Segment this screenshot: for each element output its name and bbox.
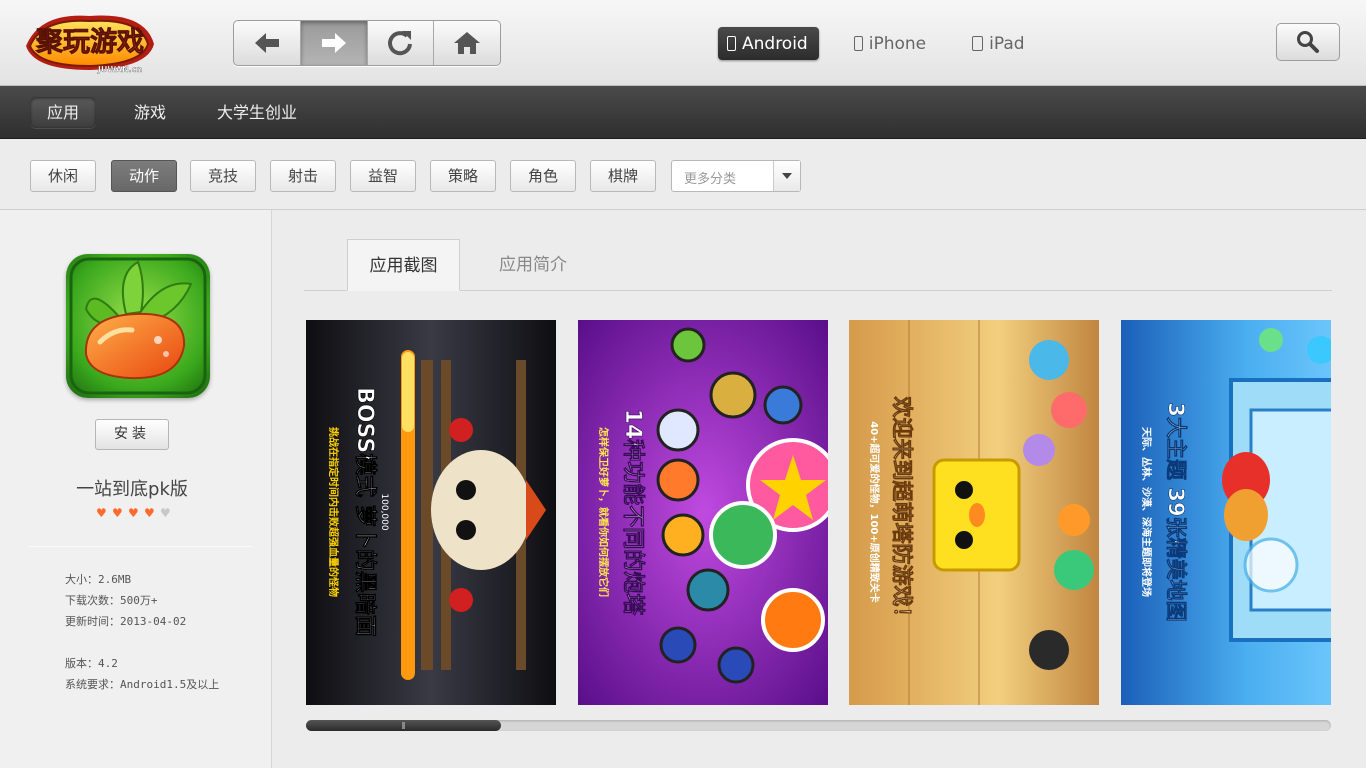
category-games[interactable]: 游戏 — [134, 97, 166, 128]
subcategory-competitive[interactable]: 竞技 — [190, 160, 256, 192]
logo-text: 聚玩游戏 — [35, 27, 144, 58]
screenshot-1[interactable]: BOSS模式 萝卜的黑暗面 挑战在指定时间内击败超强血量的怪物 100,000 — [306, 320, 556, 705]
search-button[interactable] — [1276, 23, 1340, 61]
screenshot-4-subtitle: 天际、丛林、沙漠、深海主题即将登场 — [1140, 427, 1153, 597]
screenshot-2-subtitle: 怎样保卫好萝卜，就看你如何摆放它们 — [597, 427, 610, 597]
subcategory-puzzle[interactable]: 益智 — [350, 160, 416, 192]
app-requirement: 系统要求：Android1.5及以上 — [65, 678, 220, 691]
refresh-button[interactable] — [368, 21, 435, 65]
search-icon — [1297, 31, 1319, 53]
phone-icon — [853, 36, 863, 51]
juwan-logo[interactable]: 聚玩游戏 JUWAN.cn — [20, 6, 160, 78]
heart-rating-icon: ♥ — [128, 506, 139, 520]
heart-rating-icon: ♥ — [160, 506, 171, 520]
back-button[interactable] — [234, 21, 301, 65]
app-version: 版本：4.2 — [65, 657, 118, 670]
platform-switcher: Android iPhone iPad — [718, 27, 1062, 60]
screenshot-scrollbar[interactable] — [306, 720, 1331, 731]
platform-ipad[interactable]: iPad — [963, 27, 1035, 60]
screenshot-2-title: 14种功能不同的炮塔 — [620, 409, 646, 617]
platform-android[interactable]: Android — [718, 27, 819, 60]
arrow-left-icon — [254, 33, 279, 53]
app-size: 大小：2.6MB — [65, 573, 132, 586]
heart-rating-icon: ♥ — [144, 506, 155, 520]
subcategory-casual[interactable]: 休闲 — [30, 160, 96, 192]
home-icon — [454, 32, 481, 54]
platform-label: Android — [742, 33, 808, 54]
screenshot-1-counter: 100,000 — [379, 493, 389, 530]
top-bar: 聚玩游戏 JUWAN.cn Android iPhone iPad — [0, 0, 1366, 86]
category-startup[interactable]: 大学生创业 — [217, 97, 297, 128]
subcategory-strategy[interactable]: 策略 — [430, 160, 496, 192]
subcategory-board[interactable]: 棋牌 — [590, 160, 656, 192]
screenshot-3-subtitle: 40+超可爱的怪物，100+原创精致关卡 — [868, 421, 881, 603]
scrollbar-grip — [402, 722, 405, 729]
subcategory-shooter[interactable]: 射击 — [270, 160, 336, 192]
platform-iphone[interactable]: iPhone — [845, 27, 937, 60]
refresh-icon — [388, 31, 413, 56]
screenshot-1-title: BOSS模式 萝卜的黑暗面 — [352, 387, 378, 637]
app-name: 一站到底pk版 — [76, 479, 188, 500]
app-detail-main: 应用截图 应用简介 BOSS模式 萝卜的黑暗面 挑战在指定时间内击败超强血量的怪… — [273, 210, 1366, 768]
screenshot-4[interactable]: 3大主题 39张精美地图 天际、丛林、沙漠、深海主题即将登场 — [1121, 320, 1331, 705]
divider — [28, 546, 253, 547]
forward-button[interactable] — [300, 21, 368, 65]
app-icon — [66, 254, 210, 398]
tab-screenshots[interactable]: 应用截图 — [347, 239, 460, 291]
dropdown-arrow-icon[interactable] — [773, 161, 800, 191]
subcategory-bar: 休闲 动作 竞技 射击 益智 策略 角色 棋牌 更多分类 — [0, 139, 1366, 210]
subcategory-action[interactable]: 动作 — [111, 160, 177, 192]
rating-stars: ♥ ♥ ♥ ♥ ♥ — [96, 507, 176, 519]
app-updated: 更新时间：2013-04-02 — [65, 615, 187, 628]
arrow-right-icon — [321, 33, 346, 53]
screenshot-2[interactable]: 14种功能不同的炮塔 怎样保卫好萝卜，就看你如何摆放它们 — [578, 320, 828, 705]
app-downloads: 下载次数：500万+ — [65, 594, 158, 607]
tablet-icon — [972, 36, 984, 51]
more-categories-placeholder: 更多分类 — [684, 172, 737, 187]
tab-description[interactable]: 应用简介 — [488, 239, 578, 291]
browser-nav-group — [233, 20, 501, 66]
screenshot-carousel[interactable]: BOSS模式 萝卜的黑暗面 挑战在指定时间内击败超强血量的怪物 100,000 — [306, 320, 1331, 706]
app-info-panel: 安装 一站到底pk版 ♥ ♥ ♥ ♥ ♥ 大小：2.6MB 下载次数：500万+ 更新时… — [0, 210, 272, 768]
screenshot-1-subtitle: 挑战在指定时间内击败超强血量的怪物 — [327, 427, 340, 597]
screenshot-4-title: 3大主题 39张精美地图 — [1164, 402, 1188, 621]
home-button[interactable] — [434, 21, 500, 65]
heart-rating-icon: ♥ — [112, 506, 123, 520]
screenshot-3-title: 欢迎来到超萌塔防游戏！ — [890, 396, 914, 628]
install-button[interactable]: 安装 — [95, 419, 169, 450]
screenshot-3[interactable]: 欢迎来到超萌塔防游戏！ 40+超可爱的怪物，100+原创精致关卡 — [849, 320, 1099, 705]
subcategory-rpg[interactable]: 角色 — [510, 160, 576, 192]
platform-label: iPad — [989, 33, 1025, 54]
phone-icon — [727, 36, 736, 51]
heart-rating-icon: ♥ — [96, 506, 107, 520]
category-apps[interactable]: 应用 — [30, 97, 96, 128]
platform-label: iPhone — [868, 33, 927, 54]
category-bar: 应用 游戏 大学生创业 — [0, 86, 1366, 139]
logo-subtext: JUWAN.cn — [97, 65, 143, 74]
more-categories-select[interactable]: 更多分类 — [671, 160, 801, 192]
